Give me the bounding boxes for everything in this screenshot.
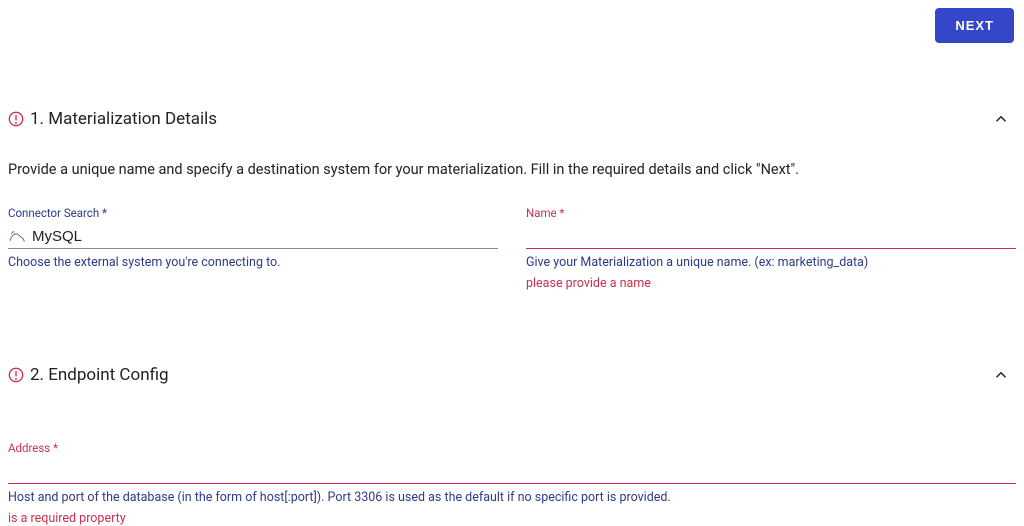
- next-button[interactable]: NEXT: [935, 8, 1014, 43]
- section-title: 1. Materialization Details: [30, 109, 217, 129]
- section-title: 2. Endpoint Config: [30, 365, 169, 385]
- address-helper: Host and port of the database (in the fo…: [8, 490, 1016, 505]
- section-header-materialization-details[interactable]: 1. Materialization Details: [6, 105, 1018, 133]
- address-input[interactable]: [8, 463, 1016, 480]
- address-field: Address * Host and port of the database …: [6, 441, 1018, 526]
- connector-search-helper: Choose the external system you're connec…: [8, 255, 498, 270]
- section-header-endpoint-config[interactable]: 2. Endpoint Config: [6, 361, 1018, 389]
- chevron-up-icon: [992, 110, 1010, 128]
- mysql-icon: [8, 229, 26, 245]
- connector-search-input[interactable]: [32, 228, 498, 245]
- address-label: Address *: [8, 441, 1016, 455]
- name-field: Name * Give your Materialization a uniqu…: [526, 206, 1016, 291]
- error-icon: [8, 111, 24, 127]
- name-input[interactable]: [526, 228, 1016, 245]
- address-error: is a required property: [8, 511, 1016, 526]
- connector-search-label: Connector Search *: [8, 206, 498, 220]
- name-label: Name *: [526, 206, 1016, 220]
- name-error: please provide a name: [526, 276, 1016, 291]
- name-helper: Give your Materialization a unique name.…: [526, 255, 1016, 270]
- error-icon: [8, 367, 24, 383]
- chevron-up-icon: [992, 366, 1010, 384]
- connector-search-field: Connector Search * Choose the external s…: [8, 206, 498, 291]
- section-description: Provide a unique name and specify a dest…: [6, 133, 1018, 186]
